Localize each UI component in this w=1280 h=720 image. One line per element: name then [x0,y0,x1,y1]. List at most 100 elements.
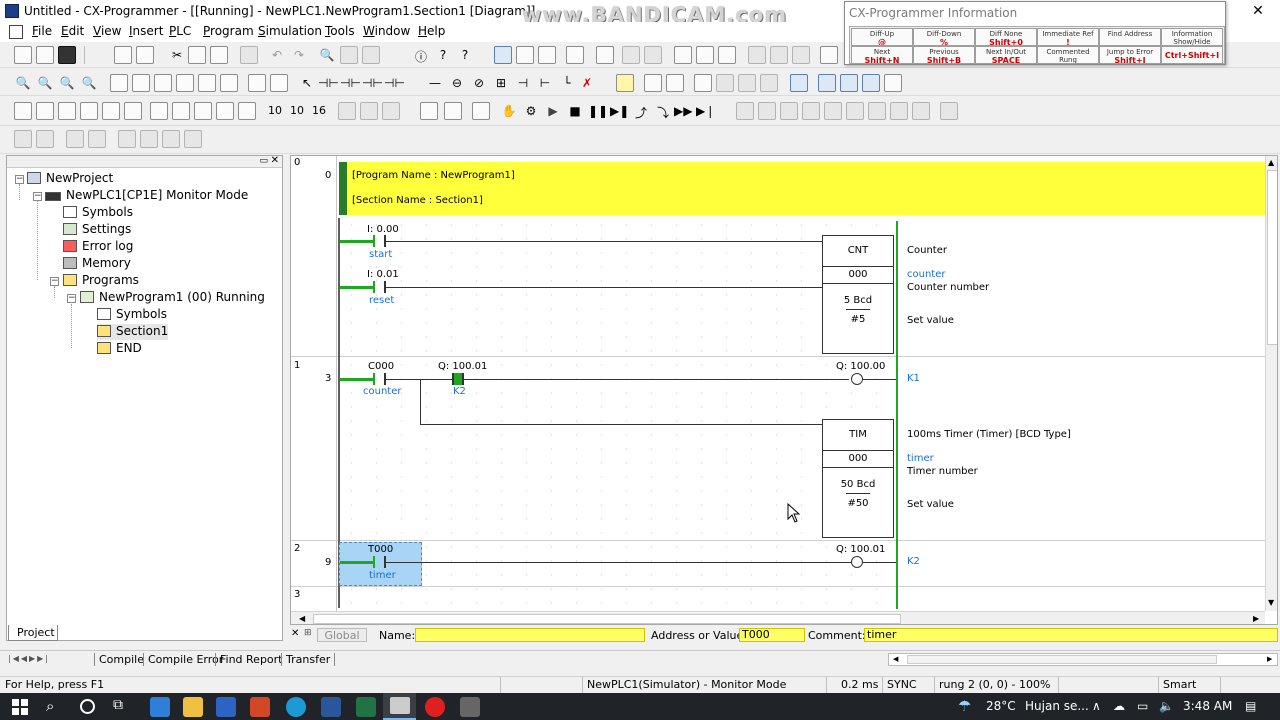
line-connect-icon[interactable]: └ [558,76,576,90]
show-hide-shortcut-key[interactable]: Ctrl+Shift+I [1161,46,1223,64]
online-edit-icon[interactable] [616,74,634,92]
plc-io-icon[interactable] [718,46,736,64]
menu-insert[interactable]: Insert [129,24,163,38]
new-contact-icon[interactable]: ⊣ [514,76,532,90]
tab-transfer[interactable]: Transfer [281,653,336,666]
menu-plc[interactable]: PLC [169,24,191,38]
menu-window[interactable]: Window [363,24,410,38]
delete-line-icon[interactable]: ✗ [578,76,596,90]
plc-setting-icon[interactable] [792,46,810,64]
plc-watch-icon[interactable] [674,46,692,64]
section-icon[interactable] [102,102,120,120]
plc-online-icon[interactable] [494,46,512,64]
plc-info-icon[interactable] [820,46,838,64]
context-help-icon[interactable]: ? [456,48,474,62]
align-icon[interactable] [736,102,754,120]
sim-continue-icon[interactable]: ⚙ [522,104,540,118]
bandicam-icon[interactable] [425,697,445,717]
output-hscrollbar[interactable]: ◀ ▶ [888,653,1278,666]
align-8-icon[interactable] [890,102,908,120]
scroll-thumb[interactable] [1267,170,1277,345]
watch-icon[interactable] [58,102,76,120]
plc-run-icon[interactable] [622,46,640,64]
menu-view[interactable]: View [93,24,121,38]
monitor-icon[interactable] [150,102,168,120]
volume-icon[interactable]: 🔈 [1159,699,1174,713]
sfc-jump-icon[interactable] [118,130,136,148]
diff-down-key[interactable]: Diff-Down% [913,28,975,46]
plc-pause-icon[interactable] [644,46,662,64]
step-in-icon[interactable]: ▶❚ [610,104,629,118]
global-checkbox[interactable]: Global [317,628,367,642]
sfc-comment-icon[interactable] [162,130,180,148]
align-4-icon[interactable] [802,102,820,120]
contact-or-nc-icon[interactable]: ⊣⊢ [384,76,405,90]
edit-lock-icon[interactable] [760,74,778,92]
close-button[interactable]: ✕ [1235,0,1280,22]
contact-or-icon[interactable]: ⊣⊢ [362,76,383,90]
tree-item-symbols[interactable]: Symbols [63,205,133,221]
sfc-merge-icon[interactable] [88,130,106,148]
new-icon[interactable] [14,46,32,64]
menu-simulation[interactable]: Simulation [258,24,322,38]
new-coil-icon[interactable]: ⊢ [536,76,554,90]
cortana-icon[interactable] [80,699,95,714]
settings-app-icon[interactable] [150,697,170,717]
io-comment-icon[interactable] [124,102,142,120]
sfc-step-icon[interactable] [14,130,32,148]
tree-item-plc[interactable]: NewPLC1[CP1E] Monitor Mode [45,188,248,204]
copy-icon[interactable] [188,46,206,64]
redo-icon[interactable]: ↷ [290,48,308,62]
tab-navigation-icon[interactable]: |◀◀▶▶| [8,654,88,666]
coil-k1[interactable] [851,373,863,385]
scroll-right-icon[interactable]: ▶ [1267,655,1272,663]
sfc-transition-icon[interactable] [36,130,54,148]
clock[interactable]: 3:48 AM [1183,699,1232,713]
edge-icon[interactable] [286,697,306,717]
tree-item-end[interactable]: END [97,341,142,357]
tree-item-settings[interactable]: Settings [63,222,131,238]
tim-instruction-box[interactable]: TIM 000 50 Bcd #50 [822,419,894,538]
tree-item-project[interactable]: NewProject [27,171,113,187]
menu-edit[interactable]: Edit [61,24,84,38]
powerpoint-icon[interactable] [250,697,270,717]
force-on-icon[interactable] [338,102,356,120]
network-icon[interactable]: ▭ [1137,699,1148,713]
plc-reset-icon[interactable] [770,46,788,64]
menu-file[interactable]: File [32,24,52,38]
view-mnemonic-icon[interactable] [818,74,836,92]
previous-key[interactable]: Previous Shift+B [913,46,975,64]
plc-program-mode-icon[interactable] [516,46,534,64]
coil-nc-icon[interactable]: ⊘ [470,76,488,90]
step-out-icon[interactable]: ⤵ [654,104,672,121]
coil-icon[interactable]: ⊖ [448,76,466,90]
coil-k2[interactable] [851,556,863,568]
plc-compare-icon[interactable] [596,46,614,64]
find-icon[interactable]: 🔍 [318,48,336,62]
data-trace-icon[interactable] [194,102,212,120]
fast-forward-icon[interactable]: ▶▶ [674,104,692,118]
zoom-out-icon[interactable]: 🔍 [58,76,76,90]
pane-restore-icon[interactable]: ▭ [259,156,268,166]
force-cancel-icon[interactable] [382,102,400,120]
comment-icon[interactable] [132,74,150,92]
hex-icon[interactable]: 16 [310,104,328,117]
step-over-icon[interactable]: ⤴ [632,104,650,121]
simulator-icon[interactable] [460,697,480,717]
grid-icon[interactable] [110,74,128,92]
menu-tools[interactable]: Tools [325,24,355,38]
cx-programmer-taskbar-button[interactable] [383,693,416,720]
temperature[interactable]: 28°C [986,699,1016,713]
scroll-left-icon[interactable]: ◀ [299,614,305,623]
notification-icon[interactable]: ▤ [1245,699,1256,713]
pane-close-icon[interactable]: ✕ [271,155,279,166]
print-icon[interactable] [114,46,132,64]
print-preview-icon[interactable] [136,46,154,64]
plc-monitor-icon[interactable] [538,46,556,64]
differential-monitor-icon[interactable] [172,102,190,120]
task-view-icon[interactable]: ⧉ [113,697,123,713]
document-icon[interactable] [9,25,23,39]
next-key[interactable]: Next Shift+N [851,46,913,64]
paste-icon[interactable] [210,46,228,64]
weather-text[interactable]: Hujan se... [1025,699,1089,713]
